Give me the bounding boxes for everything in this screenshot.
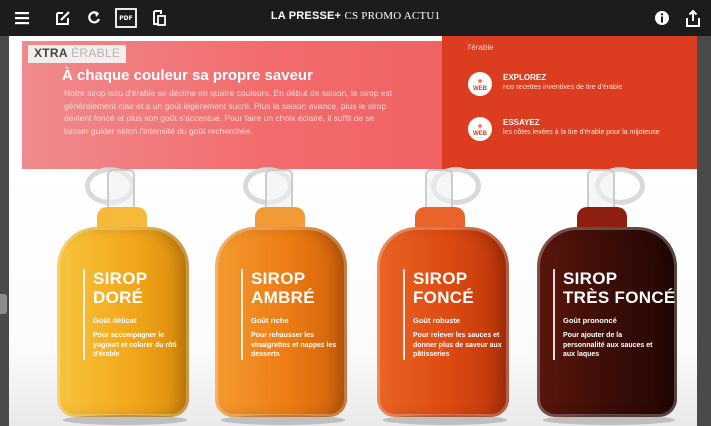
web-badge-label: WEB	[473, 86, 487, 92]
syrup-desc: Pour relever les sauces et donner plus d…	[413, 332, 502, 358]
syrup-taste: Goût robuste	[413, 316, 461, 325]
web-badge-label: WEB	[473, 131, 487, 137]
document-subtitle: CS PROMO ACTU1	[344, 10, 441, 22]
bottle-neck	[107, 169, 135, 209]
web-link-desc: les côtes levées à la tire d'érable pour…	[503, 129, 660, 136]
web-links-box: l'érable + WEB EXPLOREZ nos recettes inve…	[442, 36, 697, 169]
web-link-explorez[interactable]: + WEB EXPLOREZ nos recettes inventives de…	[468, 72, 688, 106]
bottle-ambre: SIROP AMBRÉ Goût riche Pour rehausser le…	[207, 167, 357, 426]
syrup-name: SIROP DORÉ	[93, 269, 148, 307]
bottle-label: SIROP DORÉ Goût délicat Pour accompagner…	[83, 269, 189, 360]
web-link-essayez[interactable]: + WEB ESSAYEZ les côtes levées à la tire …	[468, 117, 688, 151]
bottle-neck	[587, 169, 615, 209]
bottle-shadow	[543, 415, 675, 425]
sidebox-top-text: l'érable	[468, 43, 494, 52]
left-page-edge	[0, 36, 9, 426]
web-link-heading: EXPLOREZ	[503, 73, 547, 82]
syrup-desc: Pour ajouter de la personnalité aux sauc…	[563, 332, 653, 358]
section-label-light: ÉRABLE	[71, 46, 121, 60]
section-label-bold: XTRA	[34, 46, 68, 60]
page-pull-tab[interactable]	[0, 294, 7, 314]
web-link-heading: ESSAYEZ	[503, 118, 540, 127]
syrup-name: SIROP AMBRÉ	[251, 269, 315, 307]
bottle-shadow	[221, 415, 345, 425]
bottle-label: SIROP AMBRÉ Goût riche Pour rehausser le…	[241, 269, 347, 360]
syrup-bottles-image: SIROP DORÉ Goût délicat Pour accompagner…	[9, 167, 697, 426]
syrup-desc: Pour accompagner le yogourt et colorer d…	[93, 332, 177, 358]
brand-title: LA PRESSE+	[270, 10, 342, 22]
syrup-name: SIROP FONCÉ	[413, 269, 474, 307]
bottle-neck	[265, 169, 293, 209]
syrup-taste: Goût riche	[251, 316, 289, 325]
section-label: XTRA ÉRABLE	[28, 45, 127, 63]
bottle-fonce: SIROP FONCÉ Goût robuste Pour relever le…	[369, 167, 519, 426]
bottle-label: SIROP TRÈS FONCÉ Goût prononcé Pour ajou…	[553, 269, 676, 360]
bottle-label: SIROP FONCÉ Goût robuste Pour relever le…	[403, 269, 509, 360]
bottle-neck	[425, 169, 453, 209]
document-title: LA PRESSE+ CS PROMO ACTU1	[0, 10, 711, 22]
web-plus-icon[interactable]: + WEB	[468, 72, 492, 96]
bottle-tres-fonce: SIROP TRÈS FONCÉ Goût prononcé Pour ajou…	[529, 167, 689, 426]
syrup-desc: Pour rehausser les vinaigrettes et nappe…	[251, 332, 337, 358]
syrup-taste: Goût délicat	[93, 316, 137, 325]
info-icon[interactable]	[651, 7, 673, 29]
article-page: À chaque couleur sa propre saveur Notre …	[9, 36, 697, 426]
web-plus-icon[interactable]: + WEB	[468, 117, 492, 141]
banner-text: Notre sirop issu d'érable se décline en …	[64, 88, 393, 136]
bottle-shadow	[383, 415, 507, 425]
top-toolbar: PDF LA PRESSE+ CS PROMO ACTU1	[0, 0, 711, 36]
banner-title: À chaque couleur sa propre saveur	[62, 67, 313, 84]
bottle-shadow	[63, 415, 187, 425]
web-link-desc: nos recettes inventives de tire d'érable	[503, 84, 623, 91]
share-icon[interactable]	[682, 7, 704, 29]
bottle-dore: SIROP DORÉ Goût délicat Pour accompagner…	[49, 167, 199, 426]
syrup-name: SIROP TRÈS FONCÉ	[563, 269, 676, 307]
right-page-edge	[697, 36, 711, 426]
syrup-taste: Goût prononcé	[563, 316, 617, 325]
